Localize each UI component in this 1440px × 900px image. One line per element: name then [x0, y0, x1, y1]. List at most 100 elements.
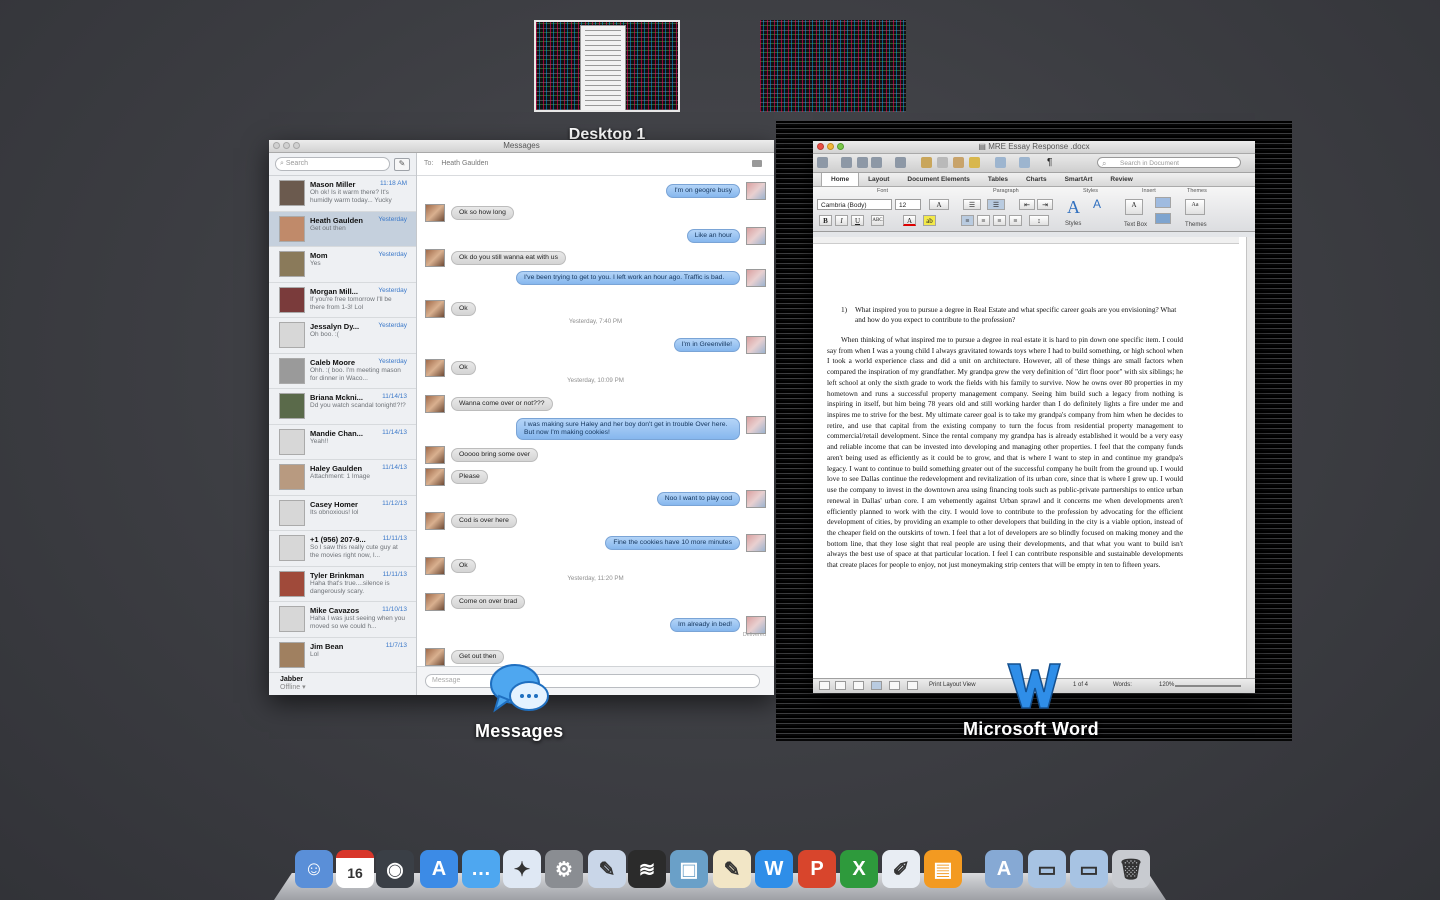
text-box-icon[interactable]: A: [1125, 199, 1143, 215]
new-icon[interactable]: [817, 157, 828, 168]
align-left-button[interactable]: ≡: [961, 215, 974, 226]
dock-microsoft-excel-icon[interactable]: X: [840, 850, 878, 888]
dock-trash-icon[interactable]: 🗑: [1112, 850, 1150, 888]
zoom-slider[interactable]: [1175, 685, 1241, 687]
templates-icon[interactable]: [841, 157, 852, 168]
messages-window[interactable]: Messages ⌕ Search ✎ Mason Miller 11:18 A…: [269, 140, 774, 695]
numbering-icon[interactable]: ☰: [987, 199, 1005, 210]
print-icon[interactable]: [895, 157, 906, 168]
themes-icon[interactable]: Aa: [1185, 199, 1205, 215]
redo-icon[interactable]: [1019, 157, 1030, 168]
received-message[interactable]: Ooooo bring some over: [451, 448, 539, 462]
tab-home[interactable]: Home: [821, 173, 860, 186]
justify-button[interactable]: ≡: [1009, 215, 1022, 226]
align-center-button[interactable]: ≡: [977, 215, 990, 226]
dock-safari-icon[interactable]: ✦: [503, 850, 541, 888]
cut-icon[interactable]: [921, 157, 932, 168]
dock-ibooks-icon[interactable]: ▤: [924, 850, 962, 888]
space-thumbnail-desktop-1[interactable]: [534, 20, 680, 112]
full-screen-view-icon[interactable]: [907, 681, 918, 690]
zoom-button[interactable]: [837, 143, 844, 150]
space-thumbnail-desktop-2[interactable]: [760, 20, 906, 112]
dock-app-store-icon[interactable]: A: [420, 850, 458, 888]
sent-message[interactable]: I'm on geogre busy: [666, 184, 740, 198]
messages-app-icon[interactable]: [489, 660, 551, 716]
word-window[interactable]: ▤ MRE Essay Response .docx ¶ ⌕ Search in…: [813, 141, 1255, 693]
text-effects-icon[interactable]: A: [929, 199, 949, 210]
font-size-select[interactable]: 12: [895, 199, 921, 210]
dock-finder-icon[interactable]: ☺: [295, 850, 333, 888]
messages-titlebar[interactable]: Messages: [269, 140, 774, 153]
line-spacing-icon[interactable]: ↕: [1029, 215, 1049, 226]
dock-textedit-icon[interactable]: ✎: [713, 850, 751, 888]
vertical-scrollbar[interactable]: [1246, 237, 1255, 679]
sent-message[interactable]: Noo I want to play cod: [656, 492, 740, 506]
conversation-item[interactable]: Jessalyn Dy... Yesterday Oh boo. :(: [269, 318, 416, 354]
font-color-icon[interactable]: A: [903, 215, 916, 226]
close-button[interactable]: [817, 143, 824, 150]
received-message[interactable]: Come on over brad: [451, 595, 526, 609]
conversation-item[interactable]: Jim Bean 11/7/13 Lol: [269, 638, 416, 673]
sent-message[interactable]: Fine the cookies have 10 more minutes: [605, 536, 740, 550]
italic-button[interactable]: I: [835, 215, 848, 226]
dock-messages-icon[interactable]: …: [462, 850, 500, 888]
dock-documents-icon[interactable]: ▭: [1028, 850, 1066, 888]
tab-document-elements[interactable]: Document Elements: [898, 173, 979, 186]
strikethrough-button[interactable]: ABC: [871, 215, 884, 226]
received-message[interactable]: Cod is over here: [451, 514, 517, 528]
style-pane-icon[interactable]: A: [1093, 197, 1101, 211]
conversation-item[interactable]: Mike Cavazos 11/10/13 Haha I was just se…: [269, 602, 416, 638]
dock-script-editor-icon[interactable]: ✐: [882, 850, 920, 888]
dock-preview-icon[interactable]: ✎: [588, 850, 626, 888]
sent-message[interactable]: I've been trying to get to you. I left w…: [516, 271, 740, 285]
picture-icon[interactable]: [1155, 213, 1171, 224]
conversation-item[interactable]: Morgan Mill... Yesterday If you're free …: [269, 283, 416, 318]
print-layout-view-icon[interactable]: [871, 681, 882, 690]
styles-icon[interactable]: A: [1067, 197, 1080, 218]
conversation-item[interactable]: Heath Gaulden Yesterday Get out then: [269, 211, 416, 247]
search-input[interactable]: ⌕ Search: [275, 157, 390, 171]
dock-facetime-icon[interactable]: ◉: [376, 850, 414, 888]
paste-icon[interactable]: [953, 157, 964, 168]
sent-message[interactable]: I was making sure Haley and her boy don'…: [516, 418, 740, 440]
underline-button[interactable]: U: [851, 215, 864, 226]
copy-icon[interactable]: [937, 157, 948, 168]
dock-downloads-icon[interactable]: ▭: [1070, 850, 1108, 888]
bullets-icon[interactable]: ☰: [963, 199, 981, 210]
conversation-item[interactable]: Mandie Chan... 11/14/13 Yeah!!: [269, 425, 416, 460]
font-name-select[interactable]: Cambria (Body): [817, 199, 892, 210]
sent-message[interactable]: Like an hour: [686, 229, 740, 243]
notebook-view-icon[interactable]: [889, 681, 900, 690]
tab-tables[interactable]: Tables: [979, 173, 1017, 186]
conversation-item[interactable]: Casey Homer 11/12/13 Its obnoxious! lol: [269, 496, 416, 531]
outline-view-icon[interactable]: [835, 681, 846, 690]
open-icon[interactable]: [857, 157, 868, 168]
tab-charts[interactable]: Charts: [1017, 173, 1056, 186]
draft-view-icon[interactable]: [819, 681, 830, 690]
shape-icon[interactable]: [1155, 197, 1171, 208]
received-message[interactable]: Ok do you still wanna eat with us: [451, 251, 566, 265]
dock-applications-icon[interactable]: A: [985, 850, 1023, 888]
recipient-name[interactable]: Heath Gaulden: [441, 160, 488, 167]
minimize-button[interactable]: [283, 142, 290, 149]
tab-smartart[interactable]: SmartArt: [1056, 173, 1102, 186]
close-button[interactable]: [273, 142, 280, 149]
dock-spotify-icon[interactable]: ≋: [628, 850, 666, 888]
decrease-indent-icon[interactable]: ⇤: [1019, 199, 1035, 210]
received-message[interactable]: Ok: [451, 361, 476, 375]
tab-layout[interactable]: Layout: [859, 173, 898, 186]
undo-icon[interactable]: [995, 157, 1006, 168]
format-painter-icon[interactable]: [969, 157, 980, 168]
save-icon[interactable]: [871, 157, 882, 168]
document-search-input[interactable]: ⌕ Search in Document: [1097, 157, 1241, 168]
dock-system-preferences-icon[interactable]: ⚙: [545, 850, 583, 888]
conversation-item[interactable]: Mom Yesterday Yes: [269, 247, 416, 283]
zoom-button[interactable]: [293, 142, 300, 149]
pilcrow-icon[interactable]: ¶: [1047, 157, 1058, 168]
received-message[interactable]: Ok so how long: [451, 206, 514, 220]
dock-iphoto-icon[interactable]: ▣: [670, 850, 708, 888]
received-message[interactable]: Ok: [451, 559, 476, 573]
dock-calendar-icon[interactable]: 16: [336, 850, 374, 888]
minimize-button[interactable]: [827, 143, 834, 150]
received-message[interactable]: Please: [451, 470, 488, 484]
